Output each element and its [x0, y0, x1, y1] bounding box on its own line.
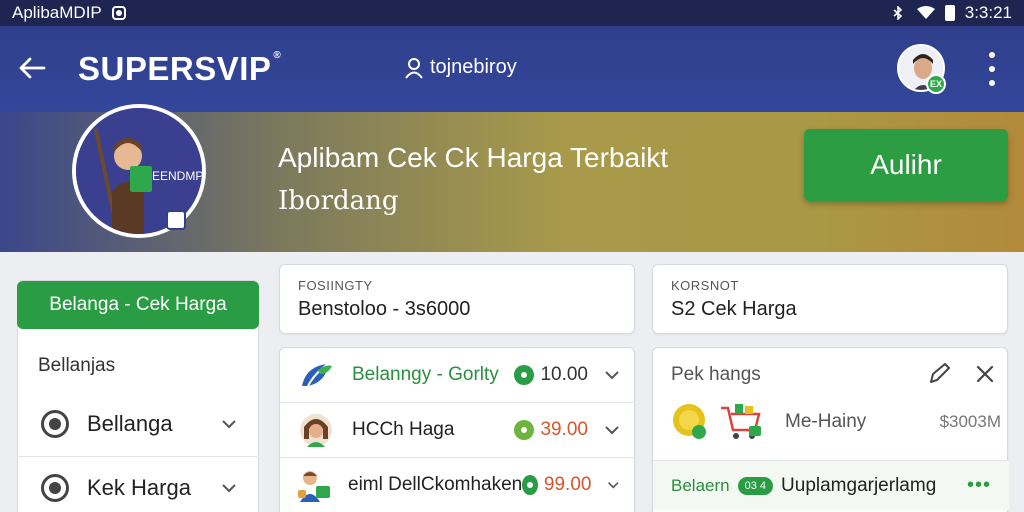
- summary-card-value: Benstoloo - 3s6000: [298, 298, 471, 320]
- detail-card-footer: Belaern 03 4 Uuplamgarjerlamg •••: [653, 460, 1009, 510]
- back-button[interactable]: [14, 50, 50, 86]
- edit-icon[interactable]: [925, 360, 953, 388]
- list-item-price: 99.00: [543, 474, 592, 495]
- detail-product-price: $3003M: [939, 412, 1001, 431]
- more-options-button[interactable]: [982, 52, 1002, 86]
- brand-logo: SUPERSVIP ®: [78, 50, 281, 88]
- banner-title: Aplibam Cek Ck Harga Terbaikt: [278, 142, 669, 173]
- shopper-icon: [296, 465, 332, 505]
- detail-footer-badge: 03 4: [737, 476, 774, 495]
- user-icon: [405, 57, 423, 79]
- chevron-down-icon: [608, 482, 619, 489]
- close-icon[interactable]: [971, 360, 999, 388]
- detail-card: Pek hangs Me-Hainy $3003M Belaern 03 4 U…: [652, 347, 1009, 512]
- battery-icon: [944, 5, 955, 21]
- more-dot-icon: [989, 66, 995, 72]
- radio-icon: [41, 473, 69, 502]
- logo-text: EENDMP: [152, 169, 202, 183]
- more-dot-icon: [989, 52, 995, 58]
- summary-card[interactable]: FOSIINGTY Benstoloo - 3s6000: [279, 264, 635, 334]
- wifi-icon: [916, 6, 935, 19]
- list-item-name: Belanngy - Gorlty: [352, 364, 499, 385]
- sidebar-item-label: Kek Harga: [87, 474, 191, 500]
- user-link-label: tojnebiroy: [430, 56, 517, 78]
- list-item-price: 10.00: [540, 364, 588, 385]
- list-item[interactable]: eiml DellCkomhaken 99.00: [280, 458, 636, 512]
- person-avatar-icon: [296, 410, 336, 450]
- logo-edit-tag[interactable]: [166, 210, 186, 230]
- price-tag-icon: [514, 420, 535, 440]
- detail-card-title: Pek hangs: [671, 364, 761, 385]
- status-bar: AplibaMDIP 3:3:21: [0, 0, 1024, 26]
- chevron-down-icon: [605, 426, 619, 435]
- more-dot-icon: [989, 80, 995, 86]
- list-item-price: 39.00: [540, 419, 588, 440]
- summary-card-label: FOSIINGTY: [298, 278, 373, 293]
- detail-footer-text: Uuplamgarjerlamg: [781, 474, 937, 496]
- sidebar-heading: Bellanjas: [38, 355, 116, 376]
- coin-icon: [673, 404, 706, 439]
- radio-icon: [41, 410, 69, 438]
- detail-product-name: Me-Hainy: [785, 411, 867, 432]
- arrow-left-icon: [19, 57, 46, 79]
- summary-card[interactable]: KORSNOT S2 Cek Harga: [652, 264, 1008, 334]
- list-item-name: eiml DellCkomhaken: [348, 474, 523, 495]
- bluetooth-icon: [893, 6, 902, 20]
- banner-subtitle: Ibordang: [278, 186, 399, 216]
- app-bar: SUPERSVIP ® tojnebiroy EX: [0, 26, 1024, 112]
- leaf-icon: [296, 355, 336, 395]
- summary-card-label: KORSNOT: [671, 278, 739, 293]
- list-item[interactable]: Belanngy - Gorlty 10.00: [280, 348, 636, 403]
- list-item-name: HCCh Haga: [352, 419, 455, 440]
- shopping-cart-icon: [721, 404, 761, 439]
- list-item[interactable]: HCCh Haga 39.00: [280, 403, 636, 458]
- sidebar-active-item[interactable]: Belanga - Cek Harga: [17, 281, 259, 329]
- brand-name: SUPERSVIP: [78, 50, 272, 87]
- summary-card-value: S2 Cek Harga: [671, 298, 797, 320]
- sidebar-item-kek-harga[interactable]: Kek Harga: [17, 456, 259, 512]
- avatar-status-badge: EX: [926, 74, 946, 94]
- sidebar-item-bellanga[interactable]: Bellanga: [17, 393, 259, 455]
- status-time: 3:3:21: [964, 3, 1012, 22]
- chevron-down-icon: [222, 483, 236, 492]
- notification-icon: [111, 6, 126, 20]
- detail-product-row[interactable]: Me-Hainy $3003M: [671, 402, 1001, 442]
- status-app-name: AplibaMDIP: [12, 3, 102, 22]
- price-check-icon: [514, 365, 535, 385]
- price-list: Belanngy - Gorlty 10.00 HCCh Haga 39.00 …: [279, 347, 636, 512]
- detail-more-button[interactable]: •••: [967, 474, 991, 497]
- detail-footer-label: Belaern: [671, 475, 730, 495]
- sidebar-item-label: Bellanga: [87, 411, 173, 436]
- price-tag-icon: [522, 475, 538, 495]
- chevron-down-icon: [605, 371, 619, 380]
- cta-button[interactable]: Aulihr: [804, 129, 1008, 201]
- chevron-down-icon: [222, 420, 236, 429]
- brand-mark: ®: [273, 50, 282, 61]
- user-link[interactable]: tojnebiroy: [404, 56, 517, 79]
